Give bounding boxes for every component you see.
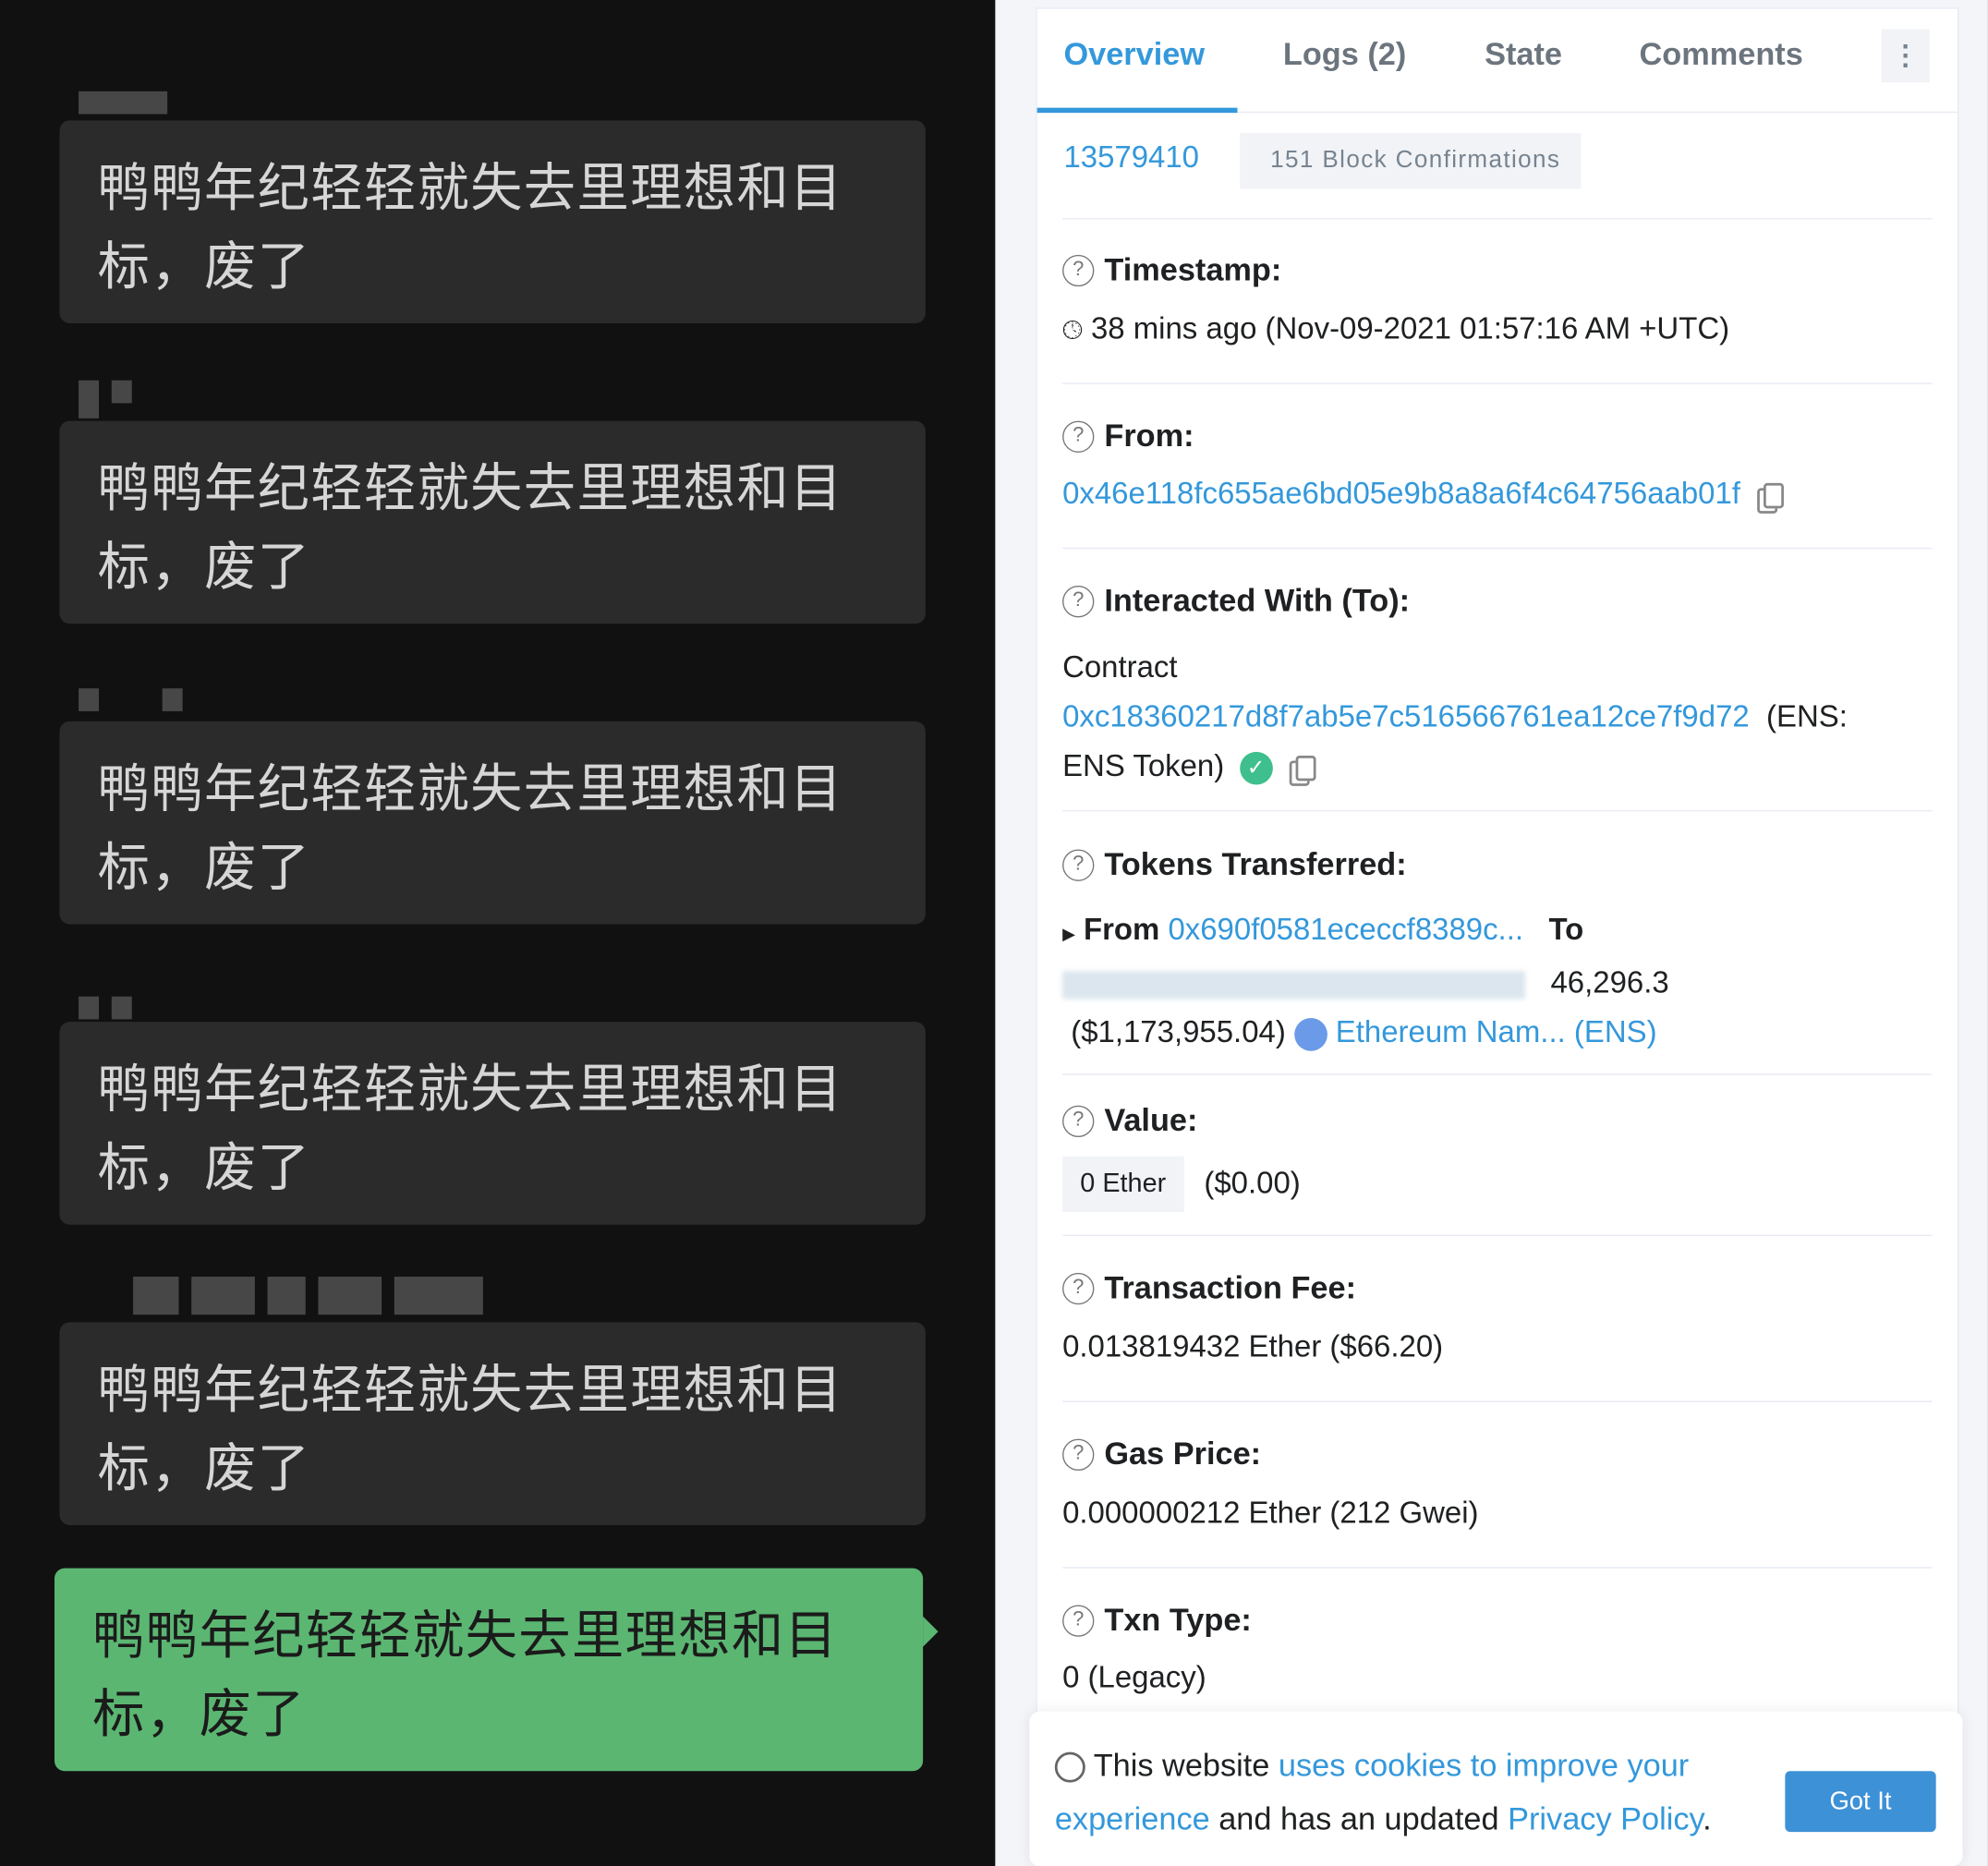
token-usd: ($1,173,955.04)	[1071, 1015, 1286, 1050]
caret-right-icon: ▶	[1062, 924, 1075, 944]
sender-name-blurred	[79, 996, 132, 1020]
token-link[interactable]: Ethereum Nam... (ENS)	[1336, 1015, 1657, 1049]
value-ether-badge: 0 Ether	[1062, 1156, 1184, 1213]
txntype-label: Txn Type:	[1104, 1602, 1252, 1639]
chat-message[interactable]: 鸭鸭年纪轻轻就失去里理想和目标，废了	[59, 120, 926, 323]
tokens-label: Tokens Transferred:	[1104, 846, 1407, 883]
help-icon[interactable]: ?	[1062, 849, 1095, 881]
verified-check-icon: ✓	[1239, 751, 1273, 785]
to-address-link[interactable]: 0xc18360217d8f7ab5e7c516566761ea12ce7f9d…	[1062, 700, 1750, 734]
ens-token-icon	[1293, 1017, 1327, 1051]
sender-name-blurred	[79, 91, 168, 115]
cookie-icon	[1054, 1752, 1085, 1784]
help-icon[interactable]: ?	[1062, 1105, 1095, 1138]
chat-message[interactable]: 鸭鸭年纪轻轻就失去里理想和目标，废了	[59, 721, 926, 925]
value-label: Value:	[1104, 1102, 1198, 1139]
from-label: From:	[1104, 418, 1194, 454]
tab-bar: Overview Logs (2) State Comments ⋮	[1036, 9, 1958, 114]
to-word: To	[1548, 913, 1584, 948]
chat-message[interactable]: 鸭鸭年纪轻轻就失去里理想和目标，废了	[59, 1322, 926, 1525]
ens-label: (ENS:	[1766, 699, 1848, 734]
confirmations-badge: 151 Block Confirmations	[1240, 133, 1582, 189]
cookie-text-end: .	[1703, 1801, 1712, 1837]
clock-icon: 🕓︎	[1062, 317, 1083, 345]
cookie-policy-link[interactable]: uses cookies to improve your	[1279, 1749, 1689, 1784]
sender-name-blurred	[79, 688, 183, 711]
transaction-card: Overview Logs (2) State Comments ⋮ 13579…	[1036, 7, 1959, 1866]
tab-state[interactable]: State	[1485, 37, 1562, 74]
etherscan-panel: Overview Logs (2) State Comments ⋮ 13579…	[995, 0, 1988, 1866]
help-icon[interactable]: ?	[1062, 254, 1095, 287]
copy-icon[interactable]	[1763, 482, 1784, 508]
ens-name: ENS Token)	[1062, 749, 1225, 784]
from-address-link[interactable]: 0x46e118fc655ae6bd05e9b8a8a6f4c64756aab0…	[1062, 477, 1740, 511]
fee-value: 0.013819432 Ether ($66.20)	[1062, 1329, 1444, 1364]
block-number-link[interactable]: 13579410	[1063, 140, 1199, 176]
tab-comments[interactable]: Comments	[1640, 37, 1803, 74]
chat-message[interactable]: 鸭鸭年纪轻轻就失去里理想和目标，废了	[59, 420, 926, 624]
chat-panel: 鸭鸭年纪轻轻就失去里理想和目标，废了 鸭鸭年纪轻轻就失去里理想和目标，废了 鸭鸭…	[0, 0, 996, 1866]
redacted-address	[1062, 970, 1525, 999]
help-icon[interactable]: ?	[1062, 1438, 1095, 1471]
help-icon[interactable]: ?	[1062, 420, 1095, 453]
gas-label: Gas Price:	[1104, 1436, 1262, 1472]
token-amount: 46,296.3	[1550, 965, 1669, 1000]
privacy-policy-link[interactable]: Privacy Policy	[1508, 1801, 1703, 1836]
value-usd: ($0.00)	[1204, 1166, 1301, 1201]
active-tab-indicator	[1036, 107, 1238, 114]
tab-logs[interactable]: Logs (2)	[1283, 37, 1406, 74]
contract-label: Contract	[1062, 650, 1178, 685]
help-icon[interactable]: ?	[1062, 586, 1095, 618]
more-options-icon[interactable]: ⋮	[1881, 29, 1930, 83]
cookie-policy-link-cont[interactable]: experience	[1055, 1801, 1210, 1836]
to-label: Interacted With (To):	[1104, 583, 1411, 619]
chat-message[interactable]: 鸭鸭年纪轻轻就失去里理想和目标，废了	[59, 1022, 926, 1225]
sender-name-blurred	[133, 1277, 483, 1315]
cookie-banner: This website uses cookies to improve you…	[1029, 1711, 1963, 1866]
got-it-button[interactable]: Got It	[1785, 1771, 1936, 1833]
cookie-text: This website	[1093, 1748, 1279, 1784]
timestamp-label: Timestamp:	[1104, 252, 1282, 288]
copy-icon[interactable]	[1295, 755, 1316, 781]
help-icon[interactable]: ?	[1062, 1605, 1095, 1637]
help-icon[interactable]: ?	[1062, 1272, 1095, 1305]
gas-value: 0.000000212 Ether (212 Gwei)	[1062, 1496, 1479, 1531]
token-from-link[interactable]: 0x690f0581ececcf8389c...	[1168, 913, 1523, 947]
fee-label: Transaction Fee:	[1104, 1270, 1357, 1306]
chat-message-own[interactable]: 鸭鸭年纪轻轻就失去里理想和目标，废了	[55, 1568, 939, 1772]
txntype-value: 0 (Legacy)	[1062, 1660, 1206, 1695]
cookie-text: and has an updated	[1209, 1801, 1509, 1837]
from-word: From	[1083, 913, 1160, 948]
tab-overview[interactable]: Overview	[1063, 37, 1205, 74]
sender-name-blurred	[79, 380, 132, 418]
timestamp-value: 38 mins ago (Nov-09-2021 01:57:16 AM +UT…	[1090, 311, 1730, 346]
